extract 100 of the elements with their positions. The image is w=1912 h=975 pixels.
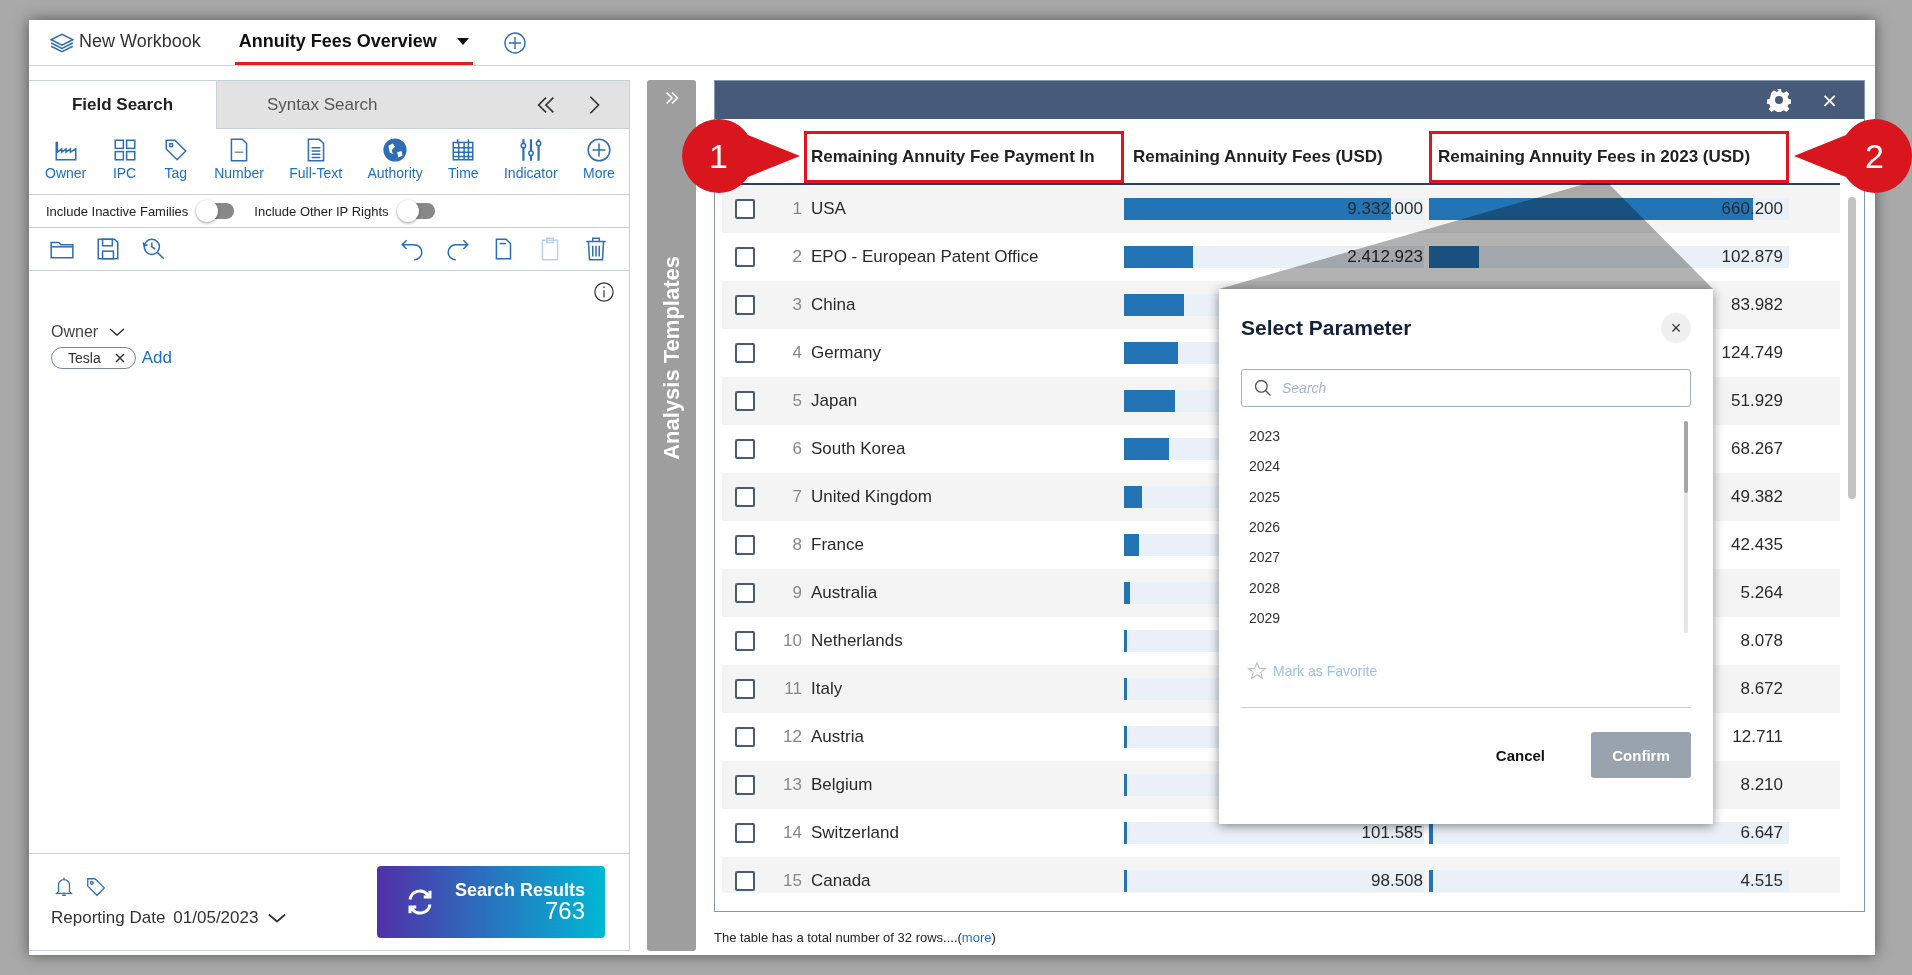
cancel-button[interactable]: Cancel — [1489, 745, 1551, 765]
row-checkbox[interactable] — [735, 583, 755, 603]
table-cell: 12.711 — [1732, 727, 1783, 747]
column-header[interactable]: Remaining Annuity Fee Payment In — [804, 131, 1124, 183]
star-icon — [1247, 661, 1267, 681]
table-cell-text: France — [810, 535, 865, 555]
field-button[interactable]: Number — [214, 137, 264, 190]
field-button[interactable]: IPC — [111, 137, 138, 190]
table-cell-text: Switzerland — [810, 823, 900, 843]
grid-icon — [111, 137, 138, 163]
search-tab[interactable]: Syntax Search — [216, 81, 408, 129]
row-checkbox[interactable] — [735, 247, 755, 267]
table-cell: 6.647 — [1740, 823, 1783, 843]
field-button[interactable]: Authority — [367, 137, 423, 190]
table-cell: 101.585 — [1361, 823, 1423, 843]
add-tab-icon[interactable] — [502, 30, 527, 55]
workbook-tab[interactable]: New Workbook — [75, 20, 205, 65]
reporting-date-dropdown[interactable]: Reporting Date 01/05/2023 — [51, 908, 289, 928]
row-checkbox[interactable] — [735, 199, 755, 219]
row-number: 1 — [791, 199, 802, 219]
table-cell-text: Germany — [810, 343, 882, 363]
table-cell-text: Netherlands — [810, 631, 904, 651]
row-checkbox[interactable] — [735, 775, 755, 795]
trash-icon[interactable] — [583, 236, 609, 262]
more-link[interactable]: more — [961, 930, 992, 945]
row-checkbox[interactable] — [735, 871, 755, 891]
row-number: 6 — [791, 439, 802, 459]
search-results-button[interactable]: Search Results 763 — [377, 866, 605, 938]
row-checkbox[interactable] — [735, 727, 755, 747]
table-cell-text: Australia — [810, 583, 879, 603]
option-item[interactable]: 2023 — [1249, 421, 1281, 452]
row-checkbox[interactable] — [735, 439, 755, 459]
settings-icon[interactable] — [1767, 88, 1792, 112]
table-cell-text: United Kingdom — [810, 487, 933, 507]
double-chevron-right-icon[interactable] — [663, 90, 680, 106]
row-number: 3 — [791, 295, 802, 315]
calendar-icon — [450, 137, 477, 163]
close-button[interactable]: × — [1661, 313, 1691, 343]
field-button[interactable]: Time — [448, 137, 479, 190]
scrollbar-thumb[interactable] — [1848, 197, 1856, 499]
option-item[interactable]: 2025 — [1249, 481, 1281, 512]
table-cell-text: USA — [810, 199, 847, 219]
row-checkbox[interactable] — [735, 631, 755, 651]
table-cell: 2.412.923 — [1347, 247, 1423, 267]
history-search-icon[interactable] — [141, 236, 167, 262]
field-button[interactable]: Owner — [45, 137, 87, 190]
filter-chip[interactable]: Tesla — [51, 347, 136, 369]
column-header[interactable]: Remaining Annuity Fees in 2023 (USD) — [1429, 131, 1789, 183]
sliders-icon — [517, 137, 544, 163]
workbook-tab[interactable]: Annuity Fees Overview — [234, 20, 473, 65]
row-checkbox[interactable] — [735, 343, 755, 363]
field-button[interactable]: Indicator — [503, 137, 558, 190]
option-item[interactable]: 2024 — [1249, 451, 1281, 482]
row-number: 7 — [791, 487, 802, 507]
column-header[interactable]: Remaining Annuity Fees (USD) — [1124, 131, 1429, 183]
option-item[interactable]: 2028 — [1249, 572, 1281, 603]
chevron-down-icon — [108, 326, 127, 338]
table-cell-text: Canada — [810, 871, 872, 891]
caret-icon[interactable] — [456, 37, 469, 45]
row-checkbox[interactable] — [735, 295, 755, 315]
search-field[interactable]: Search — [1241, 369, 1691, 407]
field-button[interactable]: More — [583, 137, 615, 190]
row-number: 11 — [783, 679, 802, 699]
add-link[interactable]: Add — [141, 348, 172, 368]
option-item[interactable]: 2026 — [1249, 511, 1281, 543]
globe-icon — [382, 137, 409, 163]
row-checkbox[interactable] — [735, 487, 755, 507]
option-item[interactable]: 2029 — [1249, 602, 1281, 633]
table-cell: 124.749 — [1721, 343, 1783, 363]
scrollbar-thumb[interactable] — [1684, 421, 1688, 493]
save-icon[interactable] — [95, 236, 121, 262]
close-icon[interactable] — [114, 353, 125, 363]
table-footnote: The table has a total number of 32 rows....(more) — [714, 930, 996, 945]
row-checkbox[interactable] — [735, 391, 755, 411]
table-cell-text: Belgium — [810, 775, 874, 795]
table-cell: 8.672 — [1740, 679, 1783, 699]
table-cell-text: Austria — [810, 727, 865, 747]
callout-marker: 2 — [1794, 119, 1912, 193]
toggle-label: Include Other IP Rights — [254, 203, 389, 219]
field-button[interactable]: Tag — [162, 137, 189, 190]
toggle-switch[interactable] — [398, 203, 435, 219]
tag-icon — [162, 137, 189, 163]
table-cell-text: EPO - European Patent Office — [810, 247, 1040, 267]
table-cell: 49.382 — [1731, 487, 1783, 507]
info-icon[interactable] — [593, 281, 615, 303]
row-checkbox[interactable] — [735, 679, 755, 699]
table-cell: 102.879 — [1721, 247, 1783, 267]
tag-icon[interactable] — [85, 876, 107, 898]
row-number: 2 — [791, 247, 802, 267]
close-button[interactable]: × — [1821, 88, 1838, 112]
table-cell: 8.210 — [1740, 775, 1783, 795]
owner-dropdown[interactable]: Owner — [51, 323, 127, 341]
field-button[interactable]: Full-Text — [289, 137, 343, 190]
table-cell: 83.982 — [1731, 295, 1783, 315]
toggle-switch[interactable] — [198, 203, 235, 219]
option-item[interactable]: 2027 — [1249, 542, 1281, 573]
row-checkbox[interactable] — [735, 823, 755, 843]
row-checkbox[interactable] — [735, 535, 755, 555]
bell-icon[interactable] — [53, 876, 75, 898]
row-number: 4 — [791, 343, 802, 363]
